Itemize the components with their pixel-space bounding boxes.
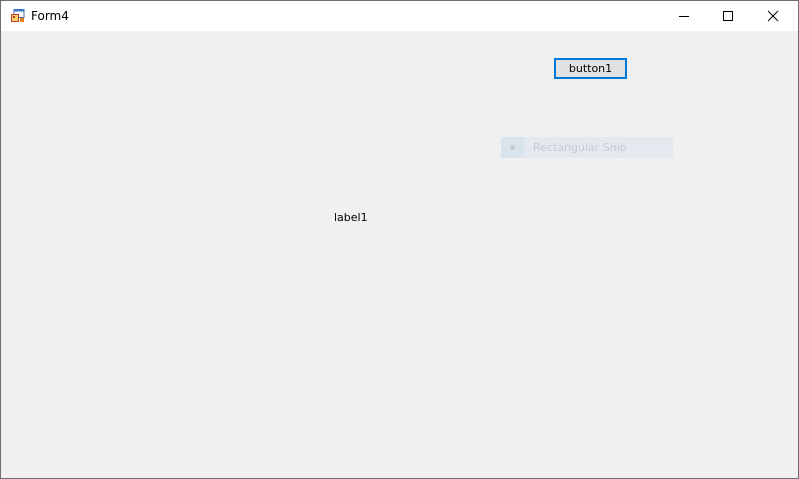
window-title: Form4: [31, 9, 69, 23]
maximize-button[interactable]: [706, 1, 750, 31]
button1[interactable]: button1: [554, 58, 627, 79]
snip-icon-box: [501, 137, 524, 158]
radio-dot-icon: [510, 145, 515, 150]
form4-window: Form4 button1 Rectangular Snip label1: [0, 0, 799, 479]
minimize-icon: [679, 16, 689, 17]
close-button[interactable]: [751, 1, 795, 31]
snip-label: Rectangular Snip: [533, 141, 627, 154]
app-icon: [11, 9, 25, 23]
title-bar[interactable]: Form4: [1, 1, 798, 31]
close-icon: [767, 10, 779, 22]
maximize-icon: [723, 11, 733, 21]
minimize-button[interactable]: [662, 1, 706, 31]
form-client-area: button1 Rectangular Snip label1: [1, 31, 798, 478]
label1: label1: [334, 211, 368, 224]
rectangular-snip-option[interactable]: Rectangular Snip: [501, 137, 673, 158]
